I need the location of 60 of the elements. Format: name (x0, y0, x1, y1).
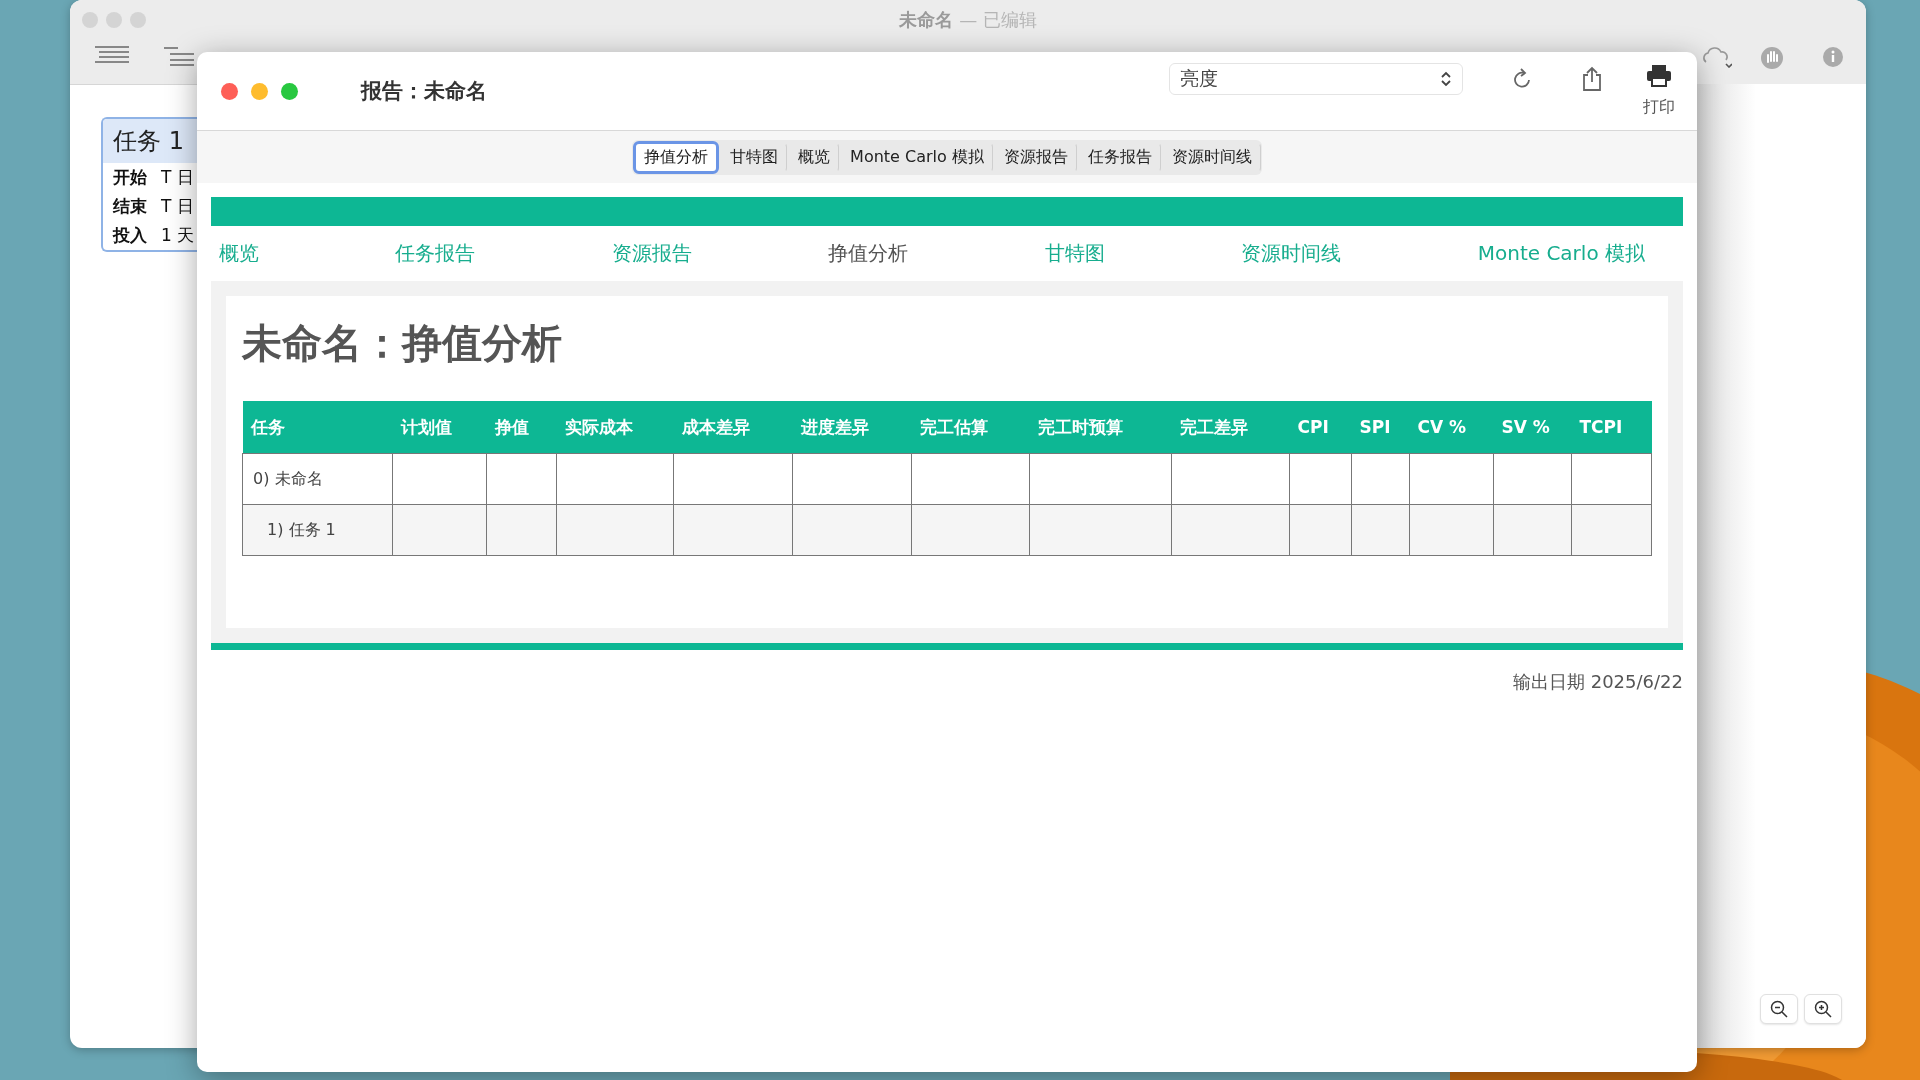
field-value: T 日 (161, 166, 194, 189)
report-tab[interactable]: Monte Carlo 模拟 (839, 140, 993, 174)
window-title: 未命名 (899, 8, 954, 32)
cloud-icon[interactable] (1700, 46, 1732, 68)
column-header: 挣值 (486, 401, 557, 454)
column-header: 完工差异 (1171, 401, 1290, 454)
report-heading: 未命名：挣值分析 (242, 319, 563, 368)
report-tab[interactable]: 挣值分析 (633, 140, 720, 174)
window-title: 报告：未命名 (361, 78, 488, 105)
info-icon[interactable] (1822, 46, 1844, 68)
refresh-button[interactable] (1511, 67, 1533, 91)
printer-icon (1646, 64, 1672, 87)
style-select[interactable]: 亮度 (1169, 63, 1463, 95)
hand-icon[interactable] (1760, 46, 1784, 70)
report-tab[interactable]: 资源时间线 (1160, 140, 1261, 174)
zoom-in-button[interactable] (1804, 994, 1842, 1024)
outline-icon[interactable] (164, 46, 194, 66)
column-header: SV % (1493, 401, 1572, 454)
zoom-button[interactable] (281, 82, 298, 100)
column-header: SPI (1351, 401, 1410, 454)
field-value: 1 天 (161, 224, 195, 247)
column-header: 进度差异 (792, 401, 912, 454)
column-header: 完工估算 (911, 401, 1030, 454)
share-button[interactable] (1581, 66, 1603, 92)
nav-link[interactable]: 挣值分析 (828, 240, 909, 267)
column-header: 实际成本 (556, 401, 674, 454)
field-label: 投入 (113, 224, 147, 247)
table-cell (1351, 504, 1410, 556)
column-header: TCPI (1571, 401, 1652, 454)
report-tab[interactable]: 甘特图 (719, 140, 788, 174)
task-title: 任务 1 (103, 119, 197, 163)
table-cell (486, 504, 557, 556)
field-label: 开始 (113, 166, 147, 189)
report-tab[interactable]: 资源报告 (992, 140, 1077, 174)
print-button[interactable]: 打印 (1643, 64, 1675, 118)
table-cell: 0) 未命名 (242, 453, 393, 505)
table-cell (1351, 453, 1410, 505)
column-header: 计划值 (392, 401, 487, 454)
report-tab[interactable]: 概览 (787, 140, 840, 174)
export-date: 输出日期 2025/6/22 (1513, 670, 1683, 694)
menu-icon[interactable] (95, 46, 129, 64)
column-header: 任务 (242, 401, 393, 454)
field-label: 结束 (113, 195, 147, 218)
task-card[interactable]: 任务 1 开始 T 日 结束 T 日 投入 1 天 (101, 117, 197, 252)
chevron-icon (1440, 70, 1452, 88)
table-cell (486, 453, 557, 505)
column-header: 成本差异 (673, 401, 793, 454)
column-header: 完工时预算 (1029, 401, 1172, 454)
column-header: CPI (1289, 401, 1352, 454)
report-tab[interactable]: 任务报告 (1076, 140, 1161, 174)
table-cell (1289, 504, 1352, 556)
table-cell: 1) 任务 1 (242, 504, 393, 556)
table-cell (1289, 453, 1352, 505)
zoom-out-button[interactable] (1760, 994, 1798, 1024)
zoom-in-icon (1814, 1000, 1832, 1018)
zoom-out-icon (1770, 1000, 1788, 1018)
column-header: CV % (1409, 401, 1494, 454)
minimize-button[interactable] (251, 82, 268, 100)
field-value: T 日 (161, 195, 194, 218)
close-button[interactable] (221, 82, 238, 100)
